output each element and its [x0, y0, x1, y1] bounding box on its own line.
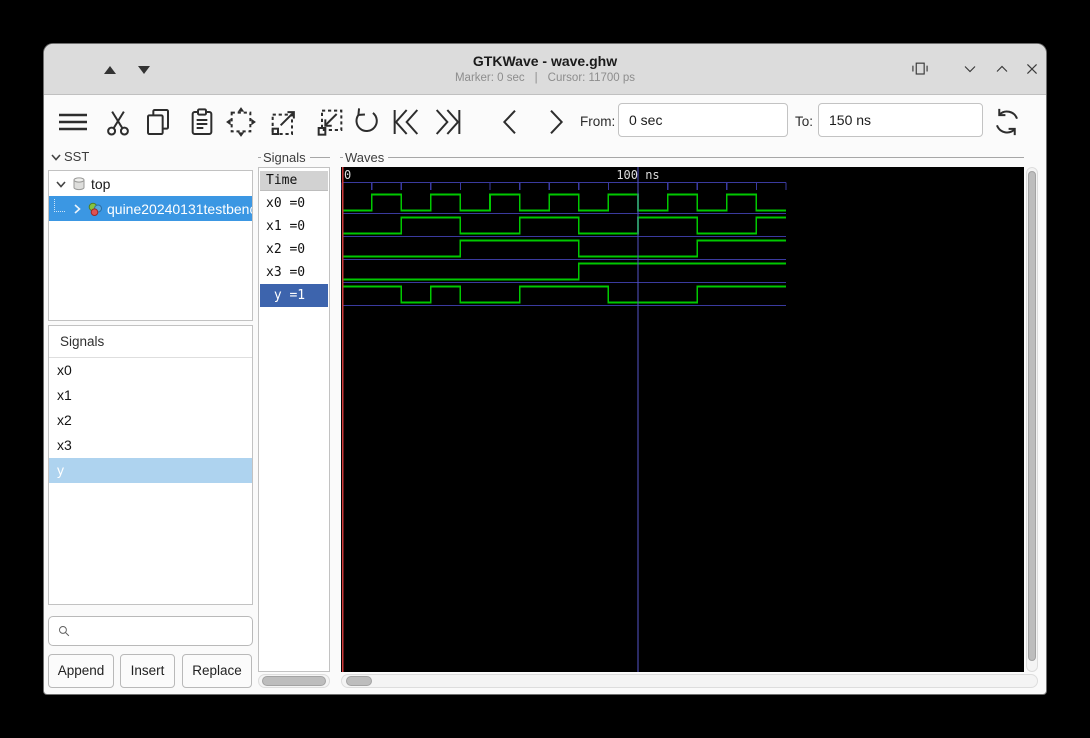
signal-search[interactable]: [48, 616, 253, 646]
toolbar: From: To:: [44, 95, 1046, 150]
wave-name-row-x3[interactable]: x3 =0: [260, 261, 328, 284]
to-label: To:: [795, 114, 814, 129]
tree-item-label: quine20240131testbench: [107, 200, 252, 217]
replace-button[interactable]: Replace: [182, 654, 252, 688]
waves-vertical-scrollbar-thumb[interactable]: [1028, 171, 1036, 661]
sst-tree[interactable]: top quine20240131testbench: [48, 170, 253, 321]
signal-list-item-x3[interactable]: x3: [49, 433, 252, 458]
chevron-down-icon[interactable]: [54, 177, 68, 191]
insert-button[interactable]: Insert: [120, 654, 175, 688]
zoom-out-icon[interactable]: [268, 106, 300, 138]
paste-icon[interactable]: [186, 106, 218, 138]
wave-name-row-x1[interactable]: x1 =0: [260, 215, 328, 238]
from-input[interactable]: [618, 103, 788, 137]
tree-item-label: top: [91, 175, 111, 192]
timeline-label: 0: [344, 168, 351, 182]
module-icon: [87, 201, 103, 217]
from-label: From:: [580, 114, 616, 129]
cursor-status: Cursor: 11700 ps: [547, 72, 636, 84]
sst-label: SST: [64, 149, 90, 164]
previous-icon[interactable]: [495, 106, 527, 138]
wave-canvas[interactable]: 0 100 ns: [341, 167, 1024, 672]
copy-icon[interactable]: [142, 106, 174, 138]
chevron-right-icon[interactable]: [70, 202, 84, 216]
signal-list-header: Signals: [49, 326, 252, 358]
wave-name-row-y[interactable]: y =1: [260, 284, 328, 307]
marker-status: Marker: 0 sec: [454, 72, 525, 84]
wave-y: [342, 285, 786, 304]
cut-icon[interactable]: [102, 106, 134, 138]
waves-label: Waves: [343, 150, 389, 165]
zoom-in-icon[interactable]: [314, 106, 346, 138]
reload-icon[interactable]: [991, 106, 1023, 138]
signal-list-item-x0[interactable]: x0: [49, 358, 252, 383]
close-icon[interactable]: [1022, 59, 1042, 79]
status-line: Marker: 0 sec | Cursor: 11700 ps: [44, 72, 1046, 84]
time-header[interactable]: Time: [260, 171, 328, 191]
sst-tree-item-quine20240131testbench[interactable]: quine20240131testbench: [49, 196, 252, 221]
go-to-end-icon[interactable]: [432, 106, 464, 138]
maximize-chevron-up-icon[interactable]: [992, 59, 1012, 79]
signal-list-panel: Signals x0 x1 x2 x3 y: [48, 325, 253, 605]
waves-horizontal-scrollbar-thumb[interactable]: [346, 676, 372, 686]
wave-x1: [342, 216, 786, 235]
signal-list-item-x1[interactable]: x1: [49, 383, 252, 408]
titlebar: GTKWave - wave.ghw Marker: 0 sec | Cursor:…: [44, 44, 1046, 95]
waves-vertical-scrollbar[interactable]: [1026, 167, 1038, 672]
go-to-start-icon[interactable]: [390, 106, 422, 138]
gtkwave-window: GTKWave - wave.ghw Marker: 0 sec | Cursor:…: [44, 44, 1046, 694]
signal-names-panel: Time x0 =0 x1 =0 x2 =0 x3 =0 y =1: [258, 167, 330, 672]
tree-guide-line: [54, 199, 65, 212]
signal-names-label: Signals: [261, 150, 310, 165]
wave-x2: [342, 239, 786, 258]
zoom-fit-icon[interactable]: [225, 106, 257, 138]
append-button[interactable]: Append: [48, 654, 114, 688]
scope-icon: [71, 176, 87, 192]
sst-expander[interactable]: SST: [50, 149, 89, 164]
menu-icon[interactable]: [56, 106, 90, 138]
to-input[interactable]: [818, 103, 983, 137]
status-separator: |: [534, 72, 538, 84]
wave-x0: [342, 193, 786, 212]
waves-horizontal-scrollbar[interactable]: [341, 674, 1038, 688]
chevron-down-icon: [51, 153, 61, 161]
names-horizontal-scrollbar-thumb[interactable]: [262, 676, 326, 686]
search-icon: [59, 626, 70, 637]
undo-icon[interactable]: [350, 106, 382, 138]
window-title: GTKWave - wave.ghw: [472, 53, 618, 69]
restore-window-icon[interactable]: [910, 59, 930, 79]
waves-frame-line: [340, 157, 1024, 158]
minimize-chevron-down-icon[interactable]: [960, 59, 980, 79]
signal-list-item-y[interactable]: y: [49, 458, 252, 483]
wave-x3: [342, 262, 786, 281]
signal-list-item-x2[interactable]: x2: [49, 408, 252, 433]
wave-name-row-x0[interactable]: x0 =0: [260, 192, 328, 215]
wave-name-row-x2[interactable]: x2 =0: [260, 238, 328, 261]
names-horizontal-scrollbar[interactable]: [258, 674, 330, 688]
sst-tree-item-top[interactable]: top: [49, 171, 252, 196]
next-icon[interactable]: [539, 106, 571, 138]
